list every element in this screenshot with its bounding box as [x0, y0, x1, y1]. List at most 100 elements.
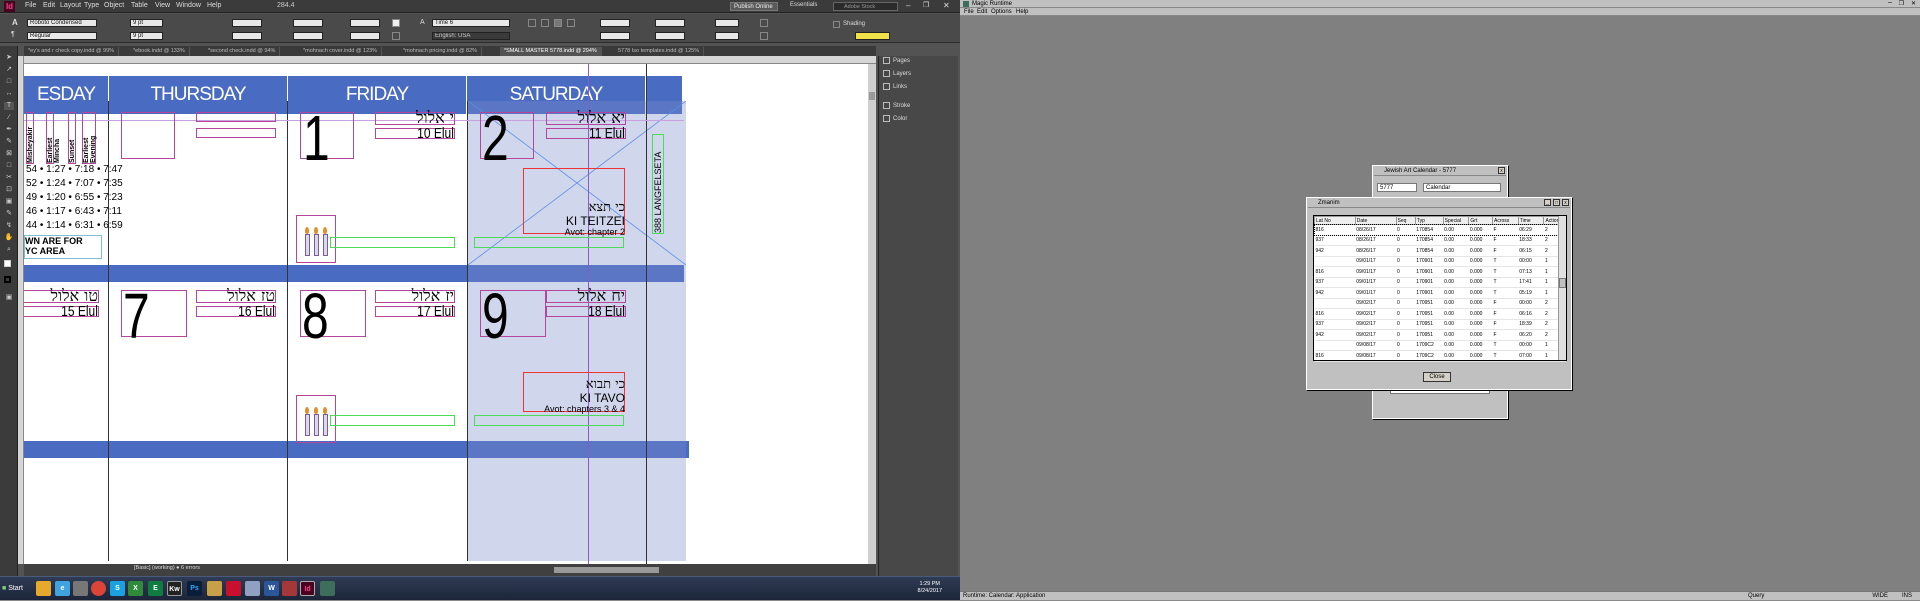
table-cell[interactable]: 170951: [1415, 329, 1444, 341]
right-indent-field[interactable]: [655, 19, 685, 27]
skew-field[interactable]: [350, 32, 380, 40]
table-cell[interactable]: 942: [1314, 287, 1356, 299]
word-icon[interactable]: W: [264, 581, 279, 596]
direct-selection-tool-icon[interactable]: ↗: [4, 66, 14, 74]
menu-window[interactable]: Window: [176, 2, 201, 9]
menu-object[interactable]: Object: [104, 2, 124, 9]
table-cell[interactable]: 09/02/17: [1355, 298, 1396, 309]
table-cell[interactable]: F: [1492, 298, 1519, 309]
screen-mode-icon[interactable]: ▣: [4, 294, 14, 302]
table-cell[interactable]: 0.00: [1443, 224, 1469, 236]
vertical-scale-field[interactable]: [293, 19, 323, 27]
table-row[interactable]: 816 08/26/17 0 170854 0.00 0.000 F 06:29 2: [1313, 223, 1567, 236]
gap-tool-icon[interactable]: ↔: [4, 90, 14, 98]
table-cell[interactable]: F: [1492, 308, 1519, 320]
panel-stroke[interactable]: Stroke: [883, 101, 910, 112]
table-row[interactable]: 942 09/02/17 0 170951 0.00 0.000 F 06:20 2: [1314, 329, 1566, 341]
table-cell[interactable]: 0.00: [1443, 277, 1469, 288]
drop-cap-chars-field[interactable]: [715, 32, 739, 40]
table-cell[interactable]: 0.000: [1468, 329, 1493, 341]
align-center-icon[interactable]: [541, 19, 549, 27]
table-cell[interactable]: 170901: [1415, 256, 1444, 267]
table-cell[interactable]: 0.000: [1468, 266, 1493, 278]
calendar-window-close-icon[interactable]: x: [1498, 167, 1505, 174]
table-cell[interactable]: 0.00: [1443, 235, 1469, 246]
excel-alt-icon[interactable]: E: [148, 581, 163, 596]
folder-icon[interactable]: [73, 581, 88, 596]
table-cell[interactable]: 06:20: [1518, 329, 1544, 341]
table-cell[interactable]: T: [1492, 277, 1519, 288]
table-cell[interactable]: 00:00: [1518, 256, 1544, 267]
table-cell[interactable]: 0.00: [1443, 266, 1469, 278]
table-cell[interactable]: 170951: [1415, 308, 1444, 320]
table-cell[interactable]: 08/26/17: [1355, 224, 1396, 236]
magic-restore-icon[interactable]: ❐: [1899, 0, 1904, 7]
table-row[interactable]: 937 09/02/17 0 170951 0.00 0.000 F 18:39 2: [1314, 319, 1566, 330]
table-cell[interactable]: [1314, 256, 1356, 267]
tab-doc-6[interactable]: *SMALL MASTER 5778.indd @ 294%: [500, 47, 602, 56]
magic-minimize-icon[interactable]: –: [1888, 0, 1892, 6]
magic-menu-file[interactable]: File: [964, 8, 974, 16]
numbering-icon[interactable]: [760, 32, 768, 40]
col-header[interactable]: Seq: [1395, 216, 1416, 225]
photoshop-icon[interactable]: Ps: [187, 581, 202, 596]
table-cell[interactable]: 0.00: [1443, 298, 1469, 309]
leading-field[interactable]: 9 pt: [130, 32, 163, 40]
table-cell[interactable]: 06:16: [1518, 308, 1544, 320]
shading-checkbox[interactable]: [833, 21, 840, 28]
zmanim-grid[interactable]: Lat No Date Seq Typ Special Grt Across T…: [1313, 215, 1567, 362]
table-cell[interactable]: 816: [1314, 224, 1356, 236]
table-cell[interactable]: 0.000: [1468, 277, 1493, 288]
pen-tool-icon[interactable]: ✒: [4, 126, 14, 134]
table-cell[interactable]: 0.000: [1468, 245, 1493, 257]
restore-icon[interactable]: ❐: [923, 1, 929, 9]
indesign-taskbar-icon[interactable]: Id: [300, 581, 315, 596]
rectangle-frame-tool-icon[interactable]: ⊠: [4, 150, 14, 158]
table-cell[interactable]: 170854: [1415, 245, 1444, 257]
pencil-tool-icon[interactable]: ✎: [4, 138, 14, 146]
paragraph-icon[interactable]: ¶: [11, 31, 15, 38]
table-cell[interactable]: 18:39: [1518, 319, 1544, 330]
table-cell[interactable]: 170901: [1415, 266, 1444, 278]
col-header[interactable]: Lat No: [1314, 216, 1356, 225]
start-button[interactable]: ■ Start: [2, 580, 24, 598]
horizontal-scale-field[interactable]: [350, 19, 380, 27]
baseline-shift-field[interactable]: [293, 32, 323, 40]
table-cell[interactable]: 170901: [1415, 277, 1444, 288]
tab-doc-2[interactable]: *ebook.indd @ 133%: [129, 47, 190, 56]
panel-layers[interactable]: Layers: [883, 69, 911, 80]
fill-color-icon[interactable]: [4, 260, 11, 267]
gradient-tool-icon[interactable]: ▣: [4, 198, 14, 206]
table-cell[interactable]: F: [1492, 235, 1519, 246]
table-cell[interactable]: 170951: [1415, 319, 1444, 330]
table-cell[interactable]: 0.00: [1443, 256, 1469, 267]
justify-icon[interactable]: [567, 19, 575, 27]
table-cell[interactable]: 09/02/17: [1355, 308, 1396, 320]
table-cell[interactable]: 09/08/17: [1355, 340, 1396, 351]
tab-doc-1[interactable]: *ey's and r check copy.indd @ 99%: [24, 47, 120, 56]
table-cell[interactable]: 07:00: [1518, 350, 1544, 362]
table-cell[interactable]: 00:00: [1518, 340, 1544, 351]
table-cell[interactable]: 816: [1314, 266, 1356, 278]
table-row[interactable]: 816 09/02/17 0 170951 0.00 0.000 F 06:16 2: [1314, 308, 1566, 320]
rectangle-tool-icon[interactable]: □: [4, 162, 14, 170]
table-cell[interactable]: 0.00: [1443, 319, 1469, 330]
menu-table[interactable]: Table: [131, 2, 148, 9]
table-cell[interactable]: 937: [1314, 277, 1356, 288]
table-cell[interactable]: 0.000: [1468, 319, 1493, 330]
table-cell[interactable]: T: [1492, 266, 1519, 278]
explorer-icon[interactable]: [36, 581, 51, 596]
table-cell[interactable]: 18:33: [1518, 235, 1544, 246]
menu-view[interactable]: View: [155, 2, 170, 9]
tracking-field[interactable]: [232, 19, 262, 27]
kw-app-icon[interactable]: Kw: [167, 581, 182, 596]
table-cell[interactable]: 942: [1314, 245, 1356, 257]
table-cell[interactable]: 0.000: [1468, 340, 1493, 351]
publish-online-button[interactable]: Publish Online: [730, 2, 778, 11]
selection-tool-icon[interactable]: ➤: [4, 54, 14, 62]
font-family-field[interactable]: Roboto Condensed: [27, 19, 97, 27]
table-cell[interactable]: 0.000: [1468, 224, 1493, 236]
document-canvas[interactable]: ESDAY THURSDAY FRIDAY SATURDAY Misheyaki…: [24, 64, 870, 564]
table-cell[interactable]: 0: [1396, 245, 1416, 257]
tab-doc-5[interactable]: *mohnach pricing.indd @ 82%: [399, 47, 483, 56]
